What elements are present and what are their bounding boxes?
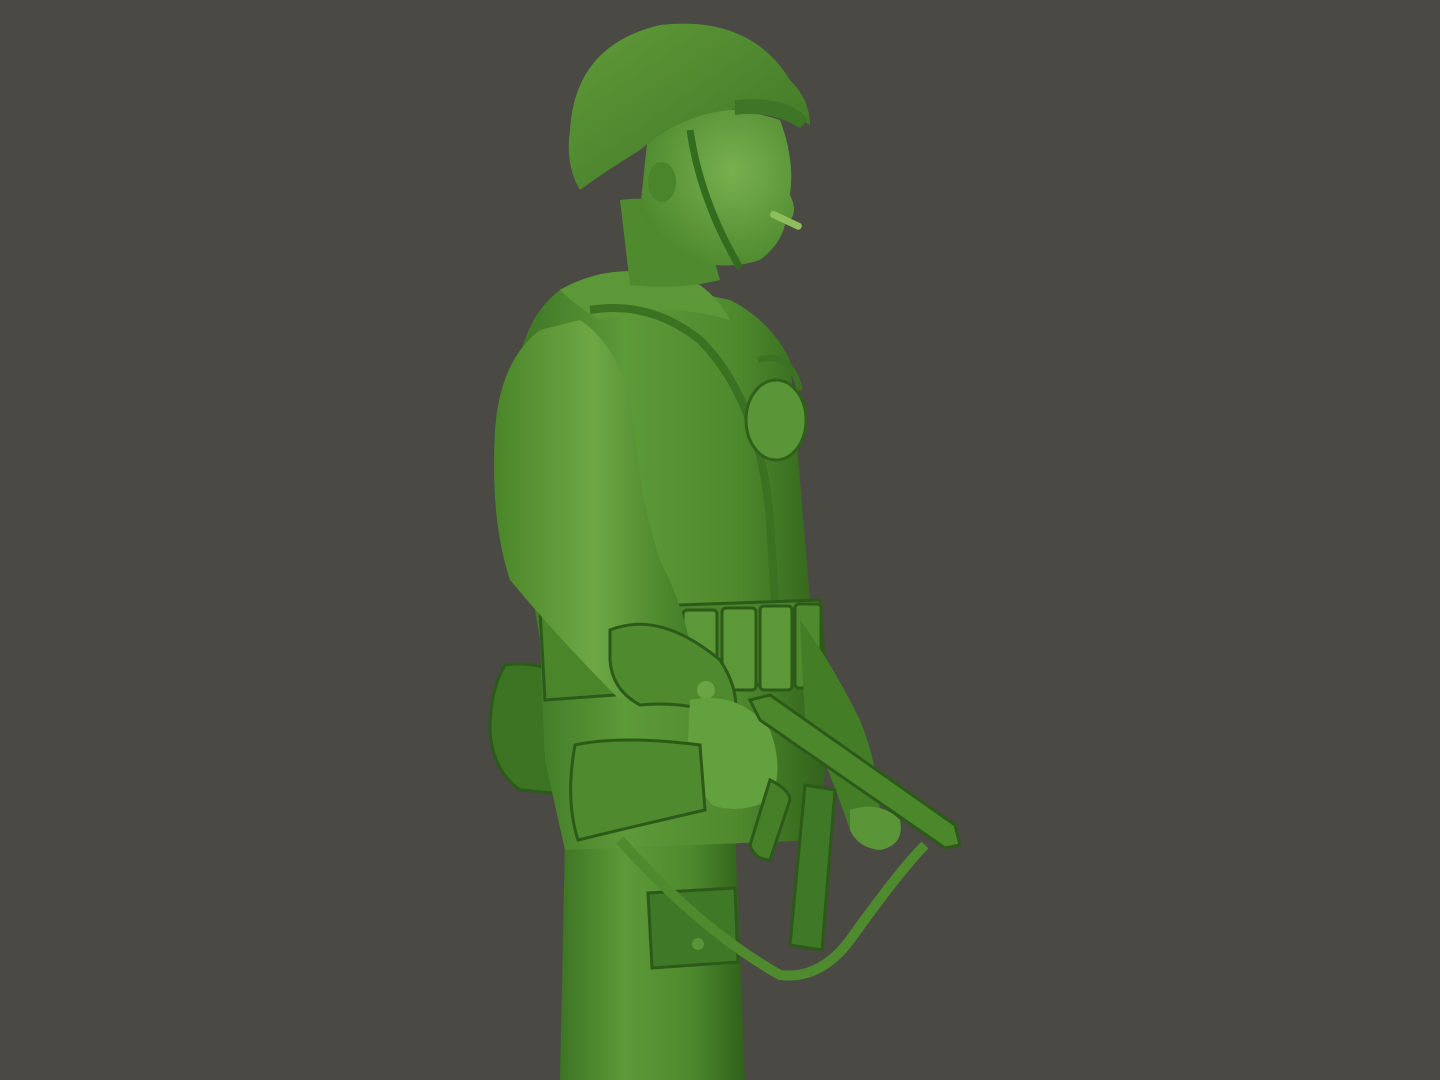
render-svg: [0, 0, 1440, 1080]
leg-pocket: [646, 886, 740, 970]
ear: [648, 162, 676, 202]
cuff-button: [697, 681, 715, 699]
grenade: [744, 378, 808, 462]
viewport-canvas: [0, 0, 1440, 1080]
pocket-button: [692, 938, 704, 950]
